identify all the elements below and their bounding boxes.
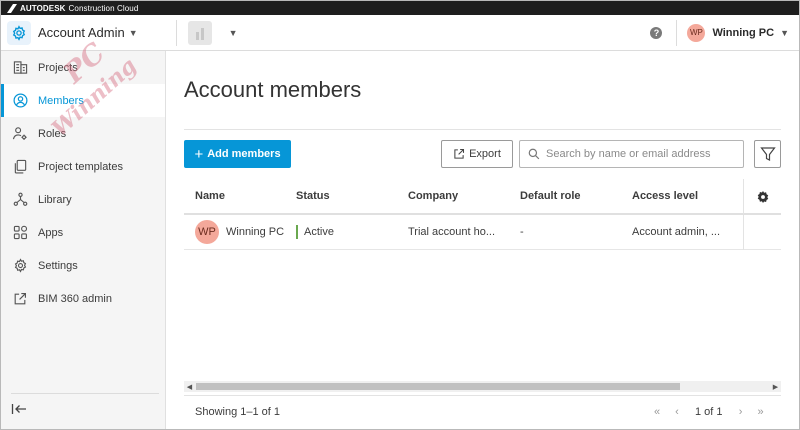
search-box[interactable] [519,140,744,168]
results-count: Showing 1–1 of 1 [195,406,281,418]
sidebar-item-label: Settings [38,259,78,272]
avatar: WP [687,23,706,42]
previous-page-icon[interactable]: ‹ [667,404,687,420]
status-indicator [296,225,298,239]
avatar: WP [195,220,219,244]
column-header-company[interactable]: Company [408,190,520,202]
library-icon [12,192,28,208]
filter-button[interactable] [754,140,781,168]
external-link-icon [12,291,28,307]
sidebar-item-label: BIM 360 admin [38,292,112,305]
add-members-button[interactable]: + Add members [184,140,291,168]
status-badge: Active [304,226,334,238]
settings-icon [12,258,28,274]
product-name: Construction Cloud [68,3,139,13]
sidebar: Projects Members Roles Project templates [1,51,166,429]
title-divider [184,129,781,130]
roles-icon [12,126,28,142]
header-divider [676,19,678,46]
sidebar-item-label: Projects [38,61,78,74]
export-label: Export [469,148,501,160]
brand-bar: AUTODESK Construction Cloud [1,1,799,15]
sidebar-item-project-templates[interactable]: Project templates [1,150,165,183]
footer-divider [184,395,781,396]
sidebar-item-settings[interactable]: Settings [1,249,165,282]
column-header-name[interactable]: Name [184,190,296,202]
first-page-icon[interactable]: « [647,404,667,420]
brand-name: AUTODESK [20,3,66,13]
collapse-sidebar-icon[interactable] [11,402,29,418]
table-header: Name Status Company Default role Access … [184,179,781,215]
scroll-left-icon[interactable]: ◀ [184,381,195,392]
pagination: « ‹ 1 of 1 › » [647,404,771,420]
sidebar-item-members[interactable]: Members [1,84,165,117]
sidebar-item-label: Library [38,193,72,206]
horizontal-scrollbar[interactable]: ◀ ▶ [184,381,781,392]
scrollbar-thumb[interactable] [196,383,680,390]
top-header: Account Admin ▼ ▼ ? WP Winning PC ▼ [1,15,799,51]
member-name: Winning PC [226,226,285,238]
member-company: Trial account ho... [408,226,496,238]
row-gear-cell [743,215,781,250]
column-header-status[interactable]: Status [296,190,408,202]
sidebar-item-apps[interactable]: Apps [1,216,165,249]
members-table: Name Status Company Default role Access … [184,179,781,250]
sidebar-item-label: Roles [38,127,67,140]
chevron-down-icon: ▼ [128,27,138,38]
page-title: Account members [184,77,362,102]
sidebar-item-bim360-admin[interactable]: BIM 360 admin [1,282,165,315]
member-name-cell: WP Winning PC [184,220,296,244]
add-members-label: Add members [207,148,281,160]
help-icon[interactable]: ? [650,26,663,39]
project-selector[interactable]: ▼ [187,20,238,45]
column-settings-button[interactable] [743,179,781,214]
sidebar-item-label: Apps [38,226,64,239]
projects-icon [12,60,28,76]
search-icon [528,148,540,160]
chevron-down-icon: ▼ [228,27,238,38]
app-switcher[interactable]: Account Admin ▼ [1,15,138,50]
account-admin-gear-icon [7,20,31,45]
filter-icon [759,147,776,161]
table-row[interactable]: WP Winning PC Active Trial account ho...… [184,215,781,250]
search-input[interactable] [546,148,736,160]
project-thumbnail-icon [187,20,212,45]
autodesk-logo-icon [7,3,17,13]
column-header-access-level[interactable]: Access level [632,190,744,202]
member-status-cell: Active [296,225,408,239]
scroll-right-icon[interactable]: ▶ [770,381,781,392]
sidebar-divider [11,393,159,394]
next-page-icon[interactable]: › [731,404,751,420]
member-access-level: Account admin, ... [632,226,721,238]
export-icon [454,148,465,159]
chevron-down-icon: ▼ [780,27,789,38]
app-title: Account Admin [38,25,125,40]
user-menu[interactable]: WP Winning PC ▼ [687,23,789,42]
user-name: Winning PC [712,26,775,39]
sidebar-item-label: Members [38,94,84,107]
column-header-default-role[interactable]: Default role [520,190,632,202]
export-button[interactable]: Export [441,140,513,168]
sidebar-item-roles[interactable]: Roles [1,117,165,150]
member-default-role: - [520,226,524,238]
header-divider [175,19,177,46]
main-content: Account members + Add members Export Nam… [167,51,799,429]
plus-icon: + [194,145,204,163]
gear-icon [757,190,768,203]
sidebar-item-projects[interactable]: Projects [1,51,165,84]
page-indicator: 1 of 1 [695,406,723,418]
templates-icon [12,159,28,175]
sidebar-item-label: Project templates [38,160,123,173]
apps-icon [12,225,28,241]
members-icon [12,93,28,109]
last-page-icon[interactable]: » [751,404,771,420]
sidebar-item-library[interactable]: Library [1,183,165,216]
